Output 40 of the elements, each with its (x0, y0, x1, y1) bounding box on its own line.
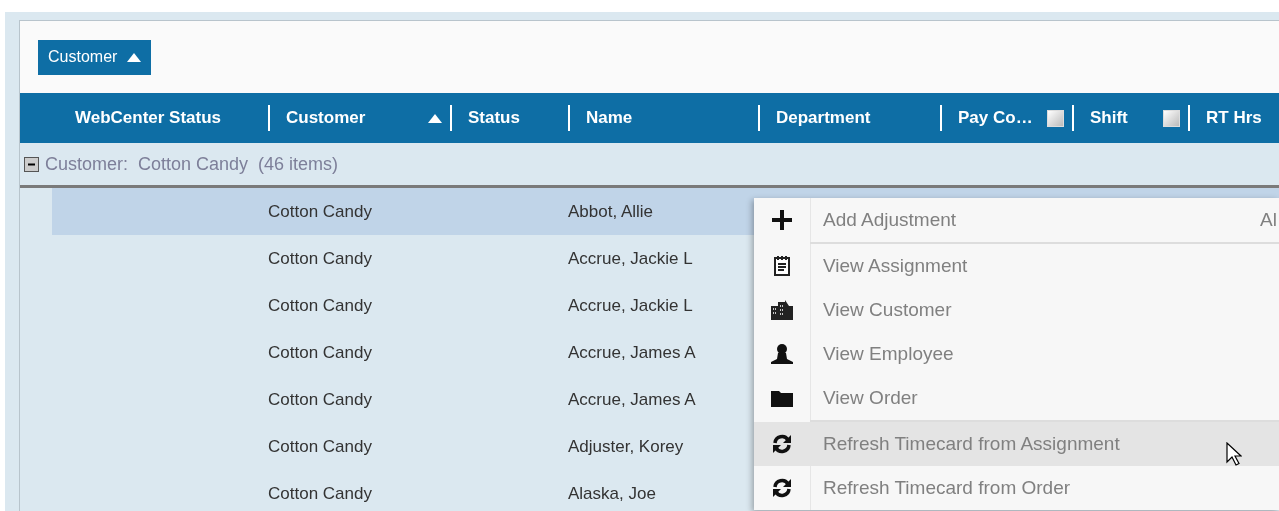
table-cell-text: Accrue, James A (567, 389, 697, 410)
folder-icon (771, 389, 793, 407)
column-header[interactable]: Status (468, 108, 520, 128)
filter-icon[interactable] (1163, 109, 1180, 127)
table-cell-text: Cotton Candy (267, 483, 373, 504)
refresh-icon (771, 433, 793, 455)
column-header[interactable]: WebCenter Status (74, 108, 222, 128)
group-label: Customer: Cotton Candy (46 items) (45, 153, 339, 175)
table-cell-text: Accrue, Jackie L (567, 295, 694, 316)
table-cell-text: Accrue, Jackie L (567, 248, 694, 269)
column-header[interactable]: Pay Co… (958, 108, 1033, 128)
menu-item[interactable]: Refresh Timecard from Assignment (754, 422, 1279, 466)
table-cell-text: Cotton Candy (267, 342, 373, 363)
table-cell-text: Abbot, Allie (567, 201, 655, 222)
table-cell-text: Cotton Candy (267, 436, 373, 457)
column-header[interactable]: Customer (286, 108, 366, 128)
collapse-toggle[interactable] (24, 156, 39, 172)
menu-item[interactable]: Refresh Timecard from Order (754, 466, 1279, 510)
column-header[interactable]: RT Hrs (1206, 108, 1262, 128)
group-chip[interactable]: Customer (38, 39, 152, 75)
notepad-icon (774, 256, 790, 276)
refresh-icon (771, 477, 793, 499)
column-header[interactable]: Department (776, 108, 871, 128)
table-cell-text: Cotton Candy (267, 248, 373, 269)
table-cell-text: Cotton Candy (267, 389, 373, 410)
table-cell-text: Alaska, Joe (567, 483, 657, 504)
column-header[interactable]: Name (586, 108, 633, 128)
menu-item[interactable]: View Assignment (754, 244, 1279, 288)
table-cell-text: Accrue, James A (567, 342, 697, 363)
table-cell-text: Adjuster, Korey (567, 436, 685, 457)
plus-icon (772, 210, 792, 230)
filter-icon[interactable] (1047, 109, 1064, 127)
person-icon (771, 344, 793, 364)
buildings-icon (771, 300, 793, 320)
column-header[interactable]: Shift (1090, 108, 1128, 128)
mouse-cursor-icon (1226, 442, 1242, 466)
table-cell-text: Cotton Candy (267, 295, 373, 316)
table-cell-text: Cotton Candy (267, 201, 373, 222)
menu-item[interactable]: View Customer (754, 288, 1279, 332)
menu-item[interactable]: View Employee (754, 332, 1279, 376)
